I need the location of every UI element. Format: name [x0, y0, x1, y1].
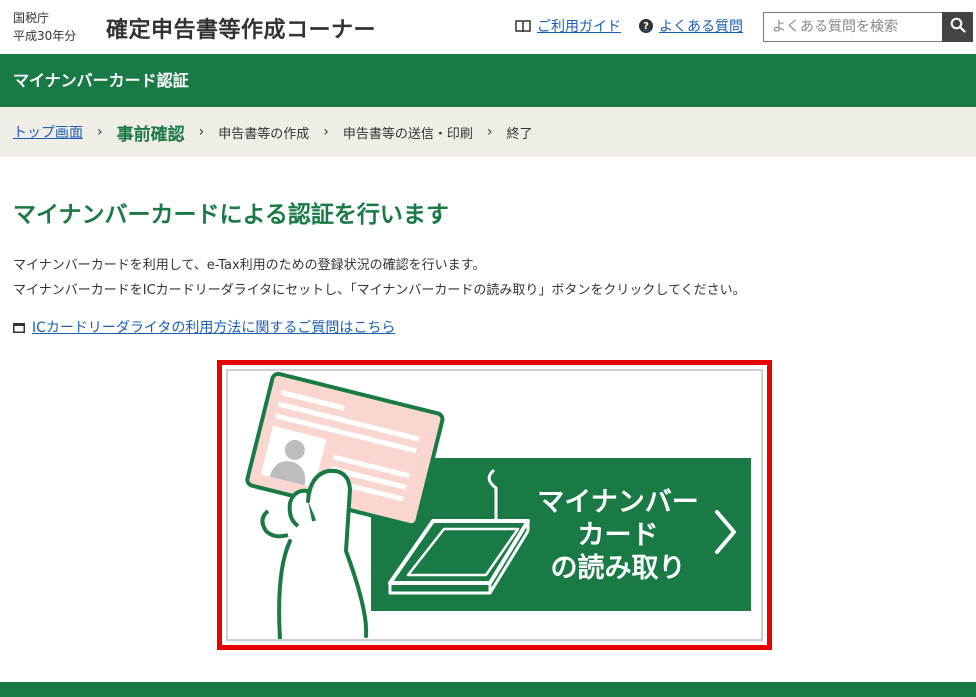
read-button-label-line2: カード	[577, 520, 659, 551]
breadcrumb-step-create: 申告書等の作成	[218, 126, 310, 142]
chevron-right-icon: ›	[486, 124, 493, 140]
breadcrumb-step-end: 終了	[506, 126, 533, 142]
tax-year: 平成30年分	[13, 29, 77, 43]
site-header: 国税庁 平成30年分 確定申告書等作成コーナー ご利用ガイド ? よくある質問	[0, 0, 976, 54]
read-mynumber-card-button[interactable]: マイナンバー カード の読み取り	[217, 360, 772, 650]
faq-search-input[interactable]	[763, 12, 943, 42]
read-button-inner: マイナンバー カード の読み取り	[226, 369, 763, 641]
read-button-label: マイナンバー カード の読み取り	[518, 486, 718, 585]
instructions: マイナンバーカードを利用して、e-Tax利用のための登録状況の確認を行います。 …	[13, 253, 746, 303]
help-link-label: ICカードリーダライタの利用方法に関するご質問はこちら	[32, 320, 396, 336]
breadcrumb: トップ画面 › 事前確認 › 申告書等の作成 › 申告書等の送信・印刷 › 終了	[0, 107, 976, 157]
instruction-line-2: マイナンバーカードをICカードリーダライタにセットし、「マイナンバーカードの読み…	[13, 283, 746, 298]
window-icon	[13, 321, 25, 333]
read-button-label-line3: の読み取り	[550, 553, 686, 584]
instruction-line-1: マイナンバーカードを利用して、e-Tax利用のための登録状況の確認を行います。	[13, 258, 486, 273]
page-title: マイナンバーカードによる認証を行います	[13, 202, 449, 228]
card-reader-help-link[interactable]: ICカードリーダライタの利用方法に関するご質問はこちら	[13, 317, 395, 337]
guide-link-label: ご利用ガイド	[537, 19, 621, 35]
breadcrumb-top[interactable]: トップ画面	[13, 122, 83, 142]
breadcrumb-current-step: 事前確認	[116, 124, 185, 145]
breadcrumb-step-send: 申告書等の送信・印刷	[342, 126, 473, 142]
faq-link-label: よくある質問	[659, 19, 743, 35]
guide-link[interactable]: ご利用ガイド	[515, 16, 621, 36]
footer-bar	[0, 682, 976, 697]
section-title-bar: マイナンバーカード認証	[0, 54, 976, 107]
question-icon: ?	[639, 19, 653, 33]
agency-name: 国税庁	[13, 11, 50, 25]
site-title: 確定申告書等作成コーナー	[106, 18, 377, 43]
book-icon	[515, 19, 531, 33]
chevron-right-icon: ›	[323, 124, 329, 140]
search-button[interactable]	[942, 12, 973, 42]
faq-link[interactable]: ? よくある質問	[639, 16, 743, 36]
chevron-right-icon: ›	[97, 124, 103, 140]
read-button-label-line1: マイナンバー	[537, 487, 699, 518]
search-icon	[950, 17, 966, 37]
agency-label: 国税庁 平成30年分	[13, 9, 76, 45]
chevron-right-icon: ›	[198, 124, 205, 140]
